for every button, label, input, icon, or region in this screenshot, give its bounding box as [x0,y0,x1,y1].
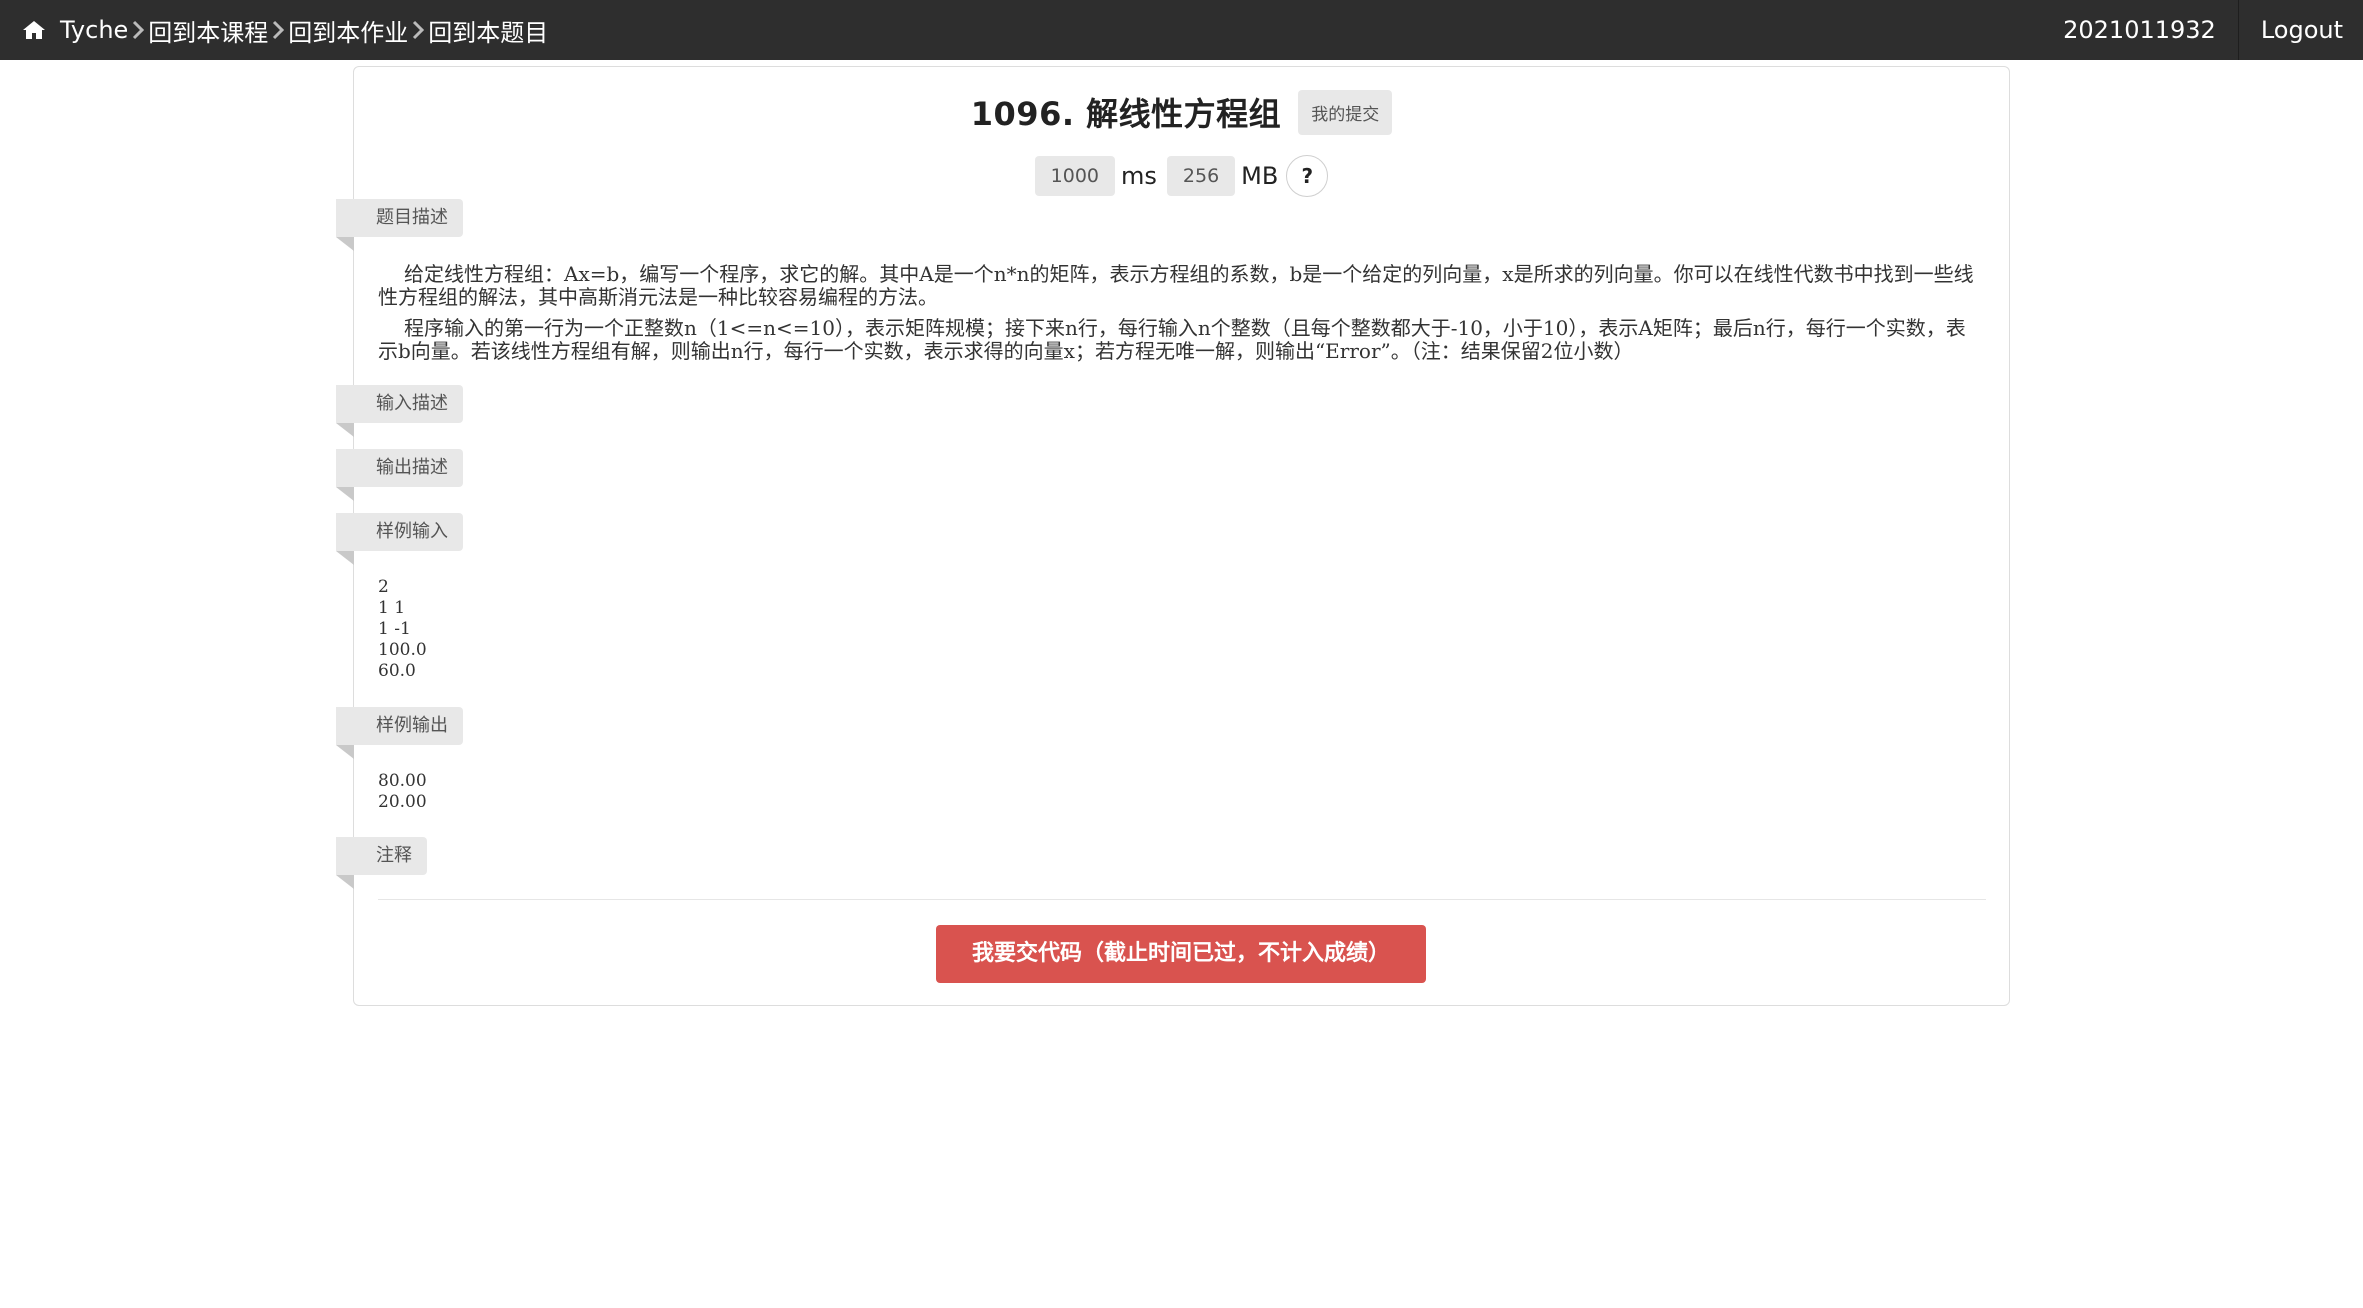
breadcrumb-problem-link[interactable]: 回到本题目 [428,13,548,48]
breadcrumb-assignment-link[interactable]: 回到本作业 [288,13,408,48]
help-button[interactable]: ? [1286,155,1329,197]
logout-link[interactable]: Logout [2239,0,2363,60]
memory-limit-unit: MB [1241,162,1279,190]
sample-output-label: 样例输出 [336,707,463,759]
brand-link[interactable]: Tyche [60,16,128,44]
description-label: 题目描述 [336,199,463,251]
sample-input-label: 样例输入 [336,513,463,565]
problem-panel: 1096. 解线性方程组 我的提交 1000 ms 256 MB? 题目描述 给定线性… [336,66,2010,1006]
chevron-right-icon [133,20,145,40]
home-icon[interactable] [22,20,46,40]
notes-label: 注释 [336,837,427,889]
breadcrumb-course-link[interactable]: 回到本课程 [148,13,268,48]
nav-user-area: 2021011932 Logout [2041,0,2363,60]
description-paragraph-2: 程序输入的第一行为一个正整数n（1<=n<=10），表示矩阵规模；接下来n行，每… [378,316,1966,363]
sample-input: 2 1 1 1 -1 100.0 60.0 [378,577,427,681]
top-navbar: Tyche 回到本课程 回到本作业 回到本题目 2021011932 Logou… [0,0,2363,60]
description-paragraph-1: 给定线性方程组：Ax=b，编写一个程序，求它的解。其中A是一个n*n的矩阵，表示… [378,262,1974,309]
time-limit-value: 1000 [1034,156,1116,196]
memory-limit-value: 256 [1166,156,1236,196]
chevron-right-icon [273,20,285,40]
output-description-label: 输出描述 [336,449,463,501]
sample-output: 80.00 20.00 [378,771,427,812]
limits-row: 1000 ms 256 MB? [354,155,2009,197]
problem-title: 1096. 解线性方程组 [970,95,1282,133]
user-id-link[interactable]: 2021011932 [2041,0,2238,60]
problem-description: 给定线性方程组：Ax=b，编写一个程序，求它的解。其中A是一个n*n的矩阵，表示… [378,263,1978,363]
breadcrumb: Tyche 回到本课程 回到本作业 回到本题目 [22,0,548,60]
time-limit-unit: ms [1121,162,1157,190]
chevron-right-icon [413,20,425,40]
title-row: 1096. 解线性方程组 我的提交 [354,89,2009,135]
my-submissions-button[interactable]: 我的提交 [1298,89,1393,135]
divider [378,899,1986,900]
input-description-label: 输入描述 [336,385,463,437]
submit-code-button[interactable]: 我要交代码（截止时间已过，不计入成绩） [936,925,1426,983]
